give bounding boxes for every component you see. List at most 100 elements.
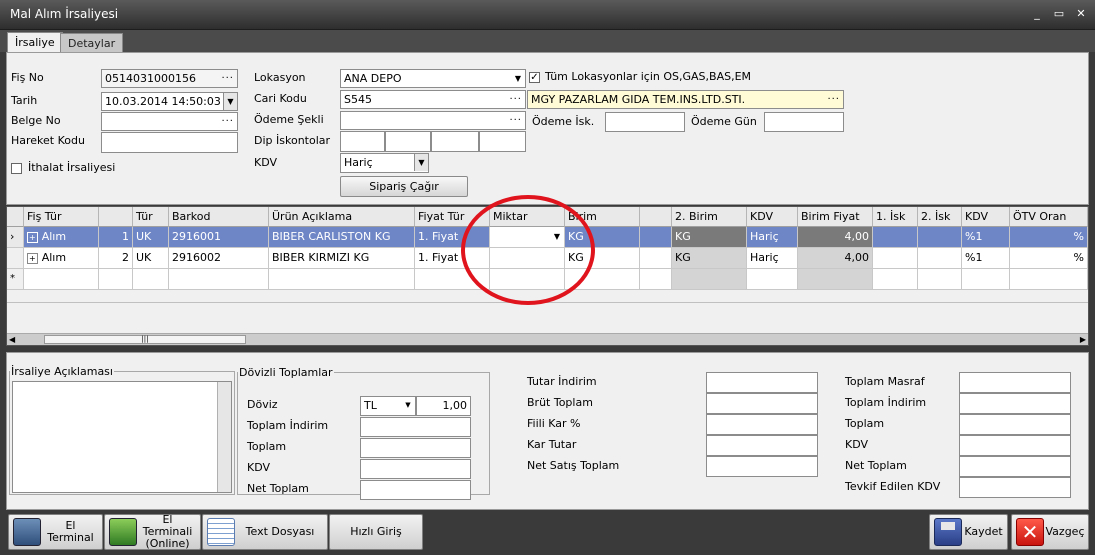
tevkif-kdv-field[interactable] — [959, 477, 1071, 498]
tarih-field[interactable]: 10.03.2014 14:50:03 ▼ — [101, 92, 238, 111]
doviz-select[interactable]: TL ▼ — [360, 396, 416, 416]
cell-birim-fiyat[interactable]: 4,00 — [798, 227, 873, 248]
fiili-kar-field[interactable] — [706, 414, 818, 435]
new-cell[interactable] — [640, 269, 672, 290]
new-cell[interactable] — [99, 269, 133, 290]
tab-detaylar[interactable]: Detaylar — [60, 33, 124, 52]
cell-1-isk[interactable] — [873, 248, 918, 269]
kdv-total-field[interactable] — [959, 435, 1071, 456]
cell-2-birim[interactable]: KG — [672, 248, 747, 269]
kaydet-button[interactable]: Kaydet — [929, 514, 1008, 550]
col-2-isk[interactable]: 2. İsk — [918, 207, 962, 227]
new-cell[interactable] — [133, 269, 169, 290]
col-blank[interactable] — [640, 207, 672, 227]
tum-lokasyon-checkbox[interactable]: ✓ — [529, 72, 540, 83]
cell-sira[interactable]: 2 — [99, 248, 133, 269]
cell-2-isk[interactable] — [918, 248, 962, 269]
lookup-dots-icon[interactable]: ··· — [509, 91, 522, 108]
dip-iskonto-4[interactable] — [479, 131, 526, 152]
dovizli-kdv-field[interactable] — [360, 459, 471, 479]
ithalat-checkbox[interactable] — [11, 163, 22, 174]
cell-tur[interactable]: UK — [133, 227, 169, 248]
scroll-thumb[interactable]: ||| — [44, 335, 246, 344]
date-dropdown-icon[interactable]: ▼ — [223, 93, 237, 110]
new-cell[interactable] — [672, 269, 747, 290]
aciklama-textarea[interactable] — [12, 381, 232, 493]
odeme-sekli-field[interactable]: ··· — [340, 111, 526, 130]
fis-no-field[interactable]: 0514031000156 ··· — [101, 69, 238, 88]
new-cell[interactable] — [918, 269, 962, 290]
chevron-down-icon[interactable]: ▼ — [511, 70, 525, 87]
siparis-cagir-button[interactable]: Sipariş Çağır — [340, 176, 468, 197]
text-dosyasi-button[interactable]: Text Dosyası — [202, 514, 328, 550]
cell-blank[interactable] — [640, 227, 672, 248]
tab-irsaliye[interactable]: İrsaliye — [7, 32, 63, 52]
toplam-field[interactable] — [959, 414, 1071, 435]
scroll-left-icon[interactable]: ◀ — [9, 335, 15, 344]
cell-urun-aciklama[interactable]: BIBER KIRMIZI KG — [269, 248, 415, 269]
cell-kdv-oran[interactable]: %1 — [962, 248, 1010, 269]
cell-1-isk[interactable] — [873, 227, 918, 248]
cell-tur[interactable]: UK — [133, 248, 169, 269]
cari-kodu-field[interactable]: S545 ··· — [340, 90, 526, 109]
hizli-giris-button[interactable]: Hızlı Giriş — [329, 514, 423, 550]
cell-urun-aciklama[interactable]: BIBER CARLISTON KG — [269, 227, 415, 248]
new-cell[interactable] — [1010, 269, 1088, 290]
col-tur[interactable]: Tür — [133, 207, 169, 227]
col-kdv-oran[interactable]: KDV — [962, 207, 1010, 227]
horizontal-scrollbar[interactable]: ◀ ||| ▶ — [7, 333, 1088, 345]
col-fis-tur[interactable]: Fiş Tür — [24, 207, 99, 227]
cell-fis-tur[interactable]: + Alım — [24, 227, 99, 248]
minimize-button[interactable]: _ — [1028, 6, 1046, 22]
kur-field[interactable]: 1,00 — [416, 396, 471, 416]
maximize-button[interactable]: ▭ — [1050, 6, 1068, 22]
col-urun-aciklama[interactable]: Ürün Açıklama — [269, 207, 415, 227]
net-toplam-field[interactable] — [959, 456, 1071, 477]
cari-name-field[interactable]: MGY PAZARLAM GIDA TEM.INS.LTD.STI. ··· — [527, 90, 844, 109]
toplam-indirim-field[interactable] — [959, 393, 1071, 414]
col-otv-oran[interactable]: ÖTV Oran — [1010, 207, 1088, 227]
col-barkod[interactable]: Barkod — [169, 207, 269, 227]
new-cell[interactable] — [24, 269, 99, 290]
cell-sira[interactable]: 1 — [99, 227, 133, 248]
kdv-select[interactable]: Hariç ▼ — [340, 153, 429, 173]
el-terminal-online-button[interactable]: El Terminali (Online) — [104, 514, 201, 550]
new-cell[interactable] — [798, 269, 873, 290]
new-cell[interactable] — [169, 269, 269, 290]
cell-barkod[interactable]: 2916002 — [169, 248, 269, 269]
close-button[interactable]: ✕ — [1072, 6, 1090, 22]
vazgec-button[interactable]: ✕ Vazgeç — [1011, 514, 1089, 550]
cell-otv-oran[interactable]: % — [1010, 248, 1088, 269]
chevron-down-icon[interactable]: ▼ — [401, 397, 415, 414]
col-1-isk[interactable]: 1. İsk — [873, 207, 918, 227]
col-birim-fiyat[interactable]: Birim Fiyat — [798, 207, 873, 227]
new-cell[interactable] — [873, 269, 918, 290]
col-kdv-tip[interactable]: KDV — [747, 207, 798, 227]
hareket-kodu-field[interactable] — [101, 132, 238, 153]
col-sira[interactable] — [99, 207, 133, 227]
cell-kdv-oran[interactable]: %1 — [962, 227, 1010, 248]
odeme-isk-field[interactable] — [605, 112, 685, 132]
tutar-indirim-field[interactable] — [706, 372, 818, 393]
new-cell[interactable] — [747, 269, 798, 290]
lokasyon-select[interactable]: ANA DEPO ▼ — [340, 69, 526, 88]
cell-fis-tur[interactable]: + Alım — [24, 248, 99, 269]
kar-tutar-field[interactable] — [706, 435, 818, 456]
toplam-masraf-field[interactable] — [959, 372, 1071, 393]
el-terminal-button[interactable]: El Terminal — [8, 514, 103, 550]
lookup-dots-icon[interactable]: ··· — [509, 112, 522, 129]
dip-iskonto-3[interactable] — [431, 131, 479, 152]
cell-kdv-tip[interactable]: Hariç — [747, 227, 798, 248]
new-cell[interactable] — [269, 269, 415, 290]
cell-2-birim[interactable]: KG — [672, 227, 747, 248]
dovizli-toplam-indirim-field[interactable] — [360, 417, 471, 437]
new-cell[interactable] — [962, 269, 1010, 290]
belge-no-field[interactable]: ··· — [101, 112, 238, 131]
chevron-down-icon[interactable]: ▼ — [414, 154, 428, 171]
cell-blank[interactable] — [640, 248, 672, 269]
odeme-gun-field[interactable] — [764, 112, 844, 132]
cell-otv-oran[interactable]: % — [1010, 227, 1088, 248]
cell-birim-fiyat[interactable]: 4,00 — [798, 248, 873, 269]
cell-kdv-tip[interactable]: Hariç — [747, 248, 798, 269]
brut-toplam-field[interactable] — [706, 393, 818, 414]
